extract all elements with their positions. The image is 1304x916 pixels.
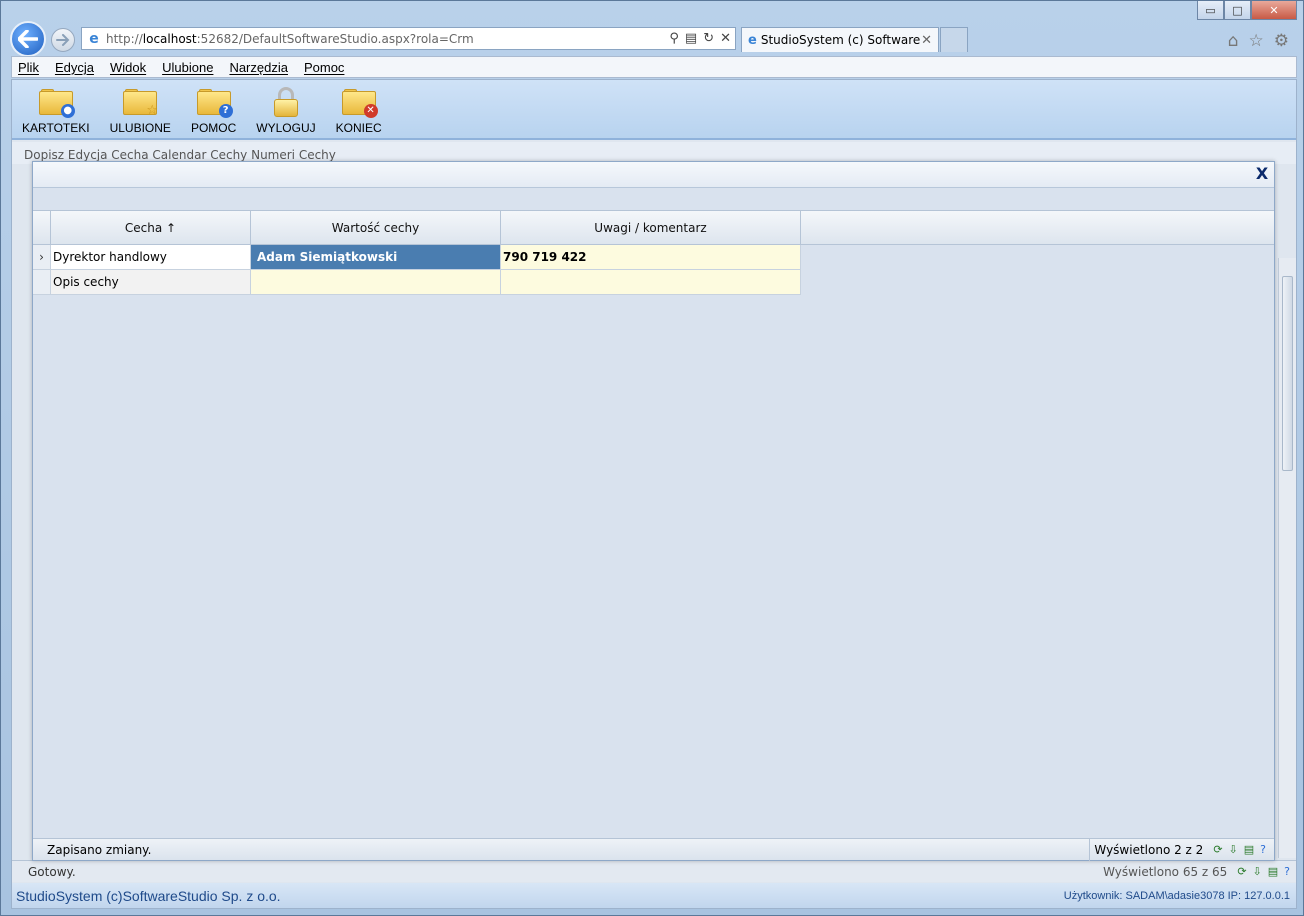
- koniec-button[interactable]: ✕ KONIEC: [336, 80, 382, 140]
- column-header-wartosc[interactable]: Wartość cechy: [251, 211, 501, 244]
- navigation-row: e http://localhost:52682/DefaultSoftware…: [1, 19, 1303, 57]
- refresh-icon[interactable]: ↻: [703, 31, 714, 46]
- menu-plik[interactable]: Plik: [18, 60, 39, 75]
- new-tab-button[interactable]: [940, 27, 968, 52]
- status-text: Gotowy.: [28, 864, 76, 879]
- status-icons: ⟳ ⇩ ▤ ?: [1231, 865, 1296, 878]
- forward-arrow-icon: [56, 34, 70, 46]
- settings-gear-icon[interactable]: ⚙: [1274, 31, 1289, 51]
- folder-close-icon: ✕: [341, 89, 378, 118]
- window-buttons: ▭ □ ✕: [1197, 1, 1297, 20]
- help-icon[interactable]: ?: [1260, 843, 1266, 856]
- scrollbar-thumb[interactable]: [1282, 276, 1293, 471]
- app-toolbar: ● KARTOTEKI ☆ ULUBIONE ? POMOC WYLOGUJ ✕…: [12, 80, 1296, 140]
- features-grid: Cecha ↑ Wartość cechy Uwagi / komentarz …: [33, 210, 1274, 295]
- row-selector-icon: [33, 270, 51, 295]
- row-indicator-header: [33, 211, 51, 244]
- url-text[interactable]: http://localhost:52682/DefaultSoftwareSt…: [106, 32, 669, 46]
- dialog-close-button[interactable]: X: [1254, 166, 1270, 182]
- cell-wartosc[interactable]: [251, 270, 501, 295]
- refresh-icon[interactable]: ⟳: [1237, 865, 1246, 878]
- table-row[interactable]: › Dyrektor handlowy Adam Siemiątkowski 7…: [33, 245, 1274, 270]
- dialog-count: Wyświetlono 2 z 2: [1089, 838, 1207, 861]
- features-dialog: X Cecha ↑ Wartość cechy Uwagi / komentar…: [32, 161, 1275, 861]
- print-icon[interactable]: ▤: [1268, 865, 1278, 878]
- address-bar[interactable]: e http://localhost:52682/DefaultSoftware…: [81, 27, 736, 50]
- lock-icon: [273, 87, 298, 117]
- cell-uwagi[interactable]: 790 719 422: [501, 245, 801, 270]
- ie-page-icon: e: [89, 30, 99, 47]
- tab-ie-icon: e: [748, 32, 757, 48]
- menu-bar: Plik Edycja Widok Ulubione Narzędzia Pom…: [11, 56, 1297, 78]
- compat-view-icon[interactable]: ▤: [685, 31, 697, 46]
- search-icon[interactable]: ⚲: [669, 31, 679, 46]
- cell-filler: [801, 270, 1274, 295]
- browser-right-icons: ⌂ ☆ ⚙: [1228, 31, 1289, 51]
- cell-cecha[interactable]: Dyrektor handlowy: [51, 245, 251, 270]
- forward-button[interactable]: [51, 28, 75, 52]
- home-icon[interactable]: ⌂: [1228, 31, 1239, 51]
- folder-star-icon: ☆: [123, 89, 158, 118]
- export-icon[interactable]: ⇩: [1229, 843, 1238, 856]
- koniec-label: KONIEC: [335, 121, 382, 135]
- cell-cecha[interactable]: Opis cechy: [51, 270, 251, 295]
- menu-narzedzia[interactable]: Narzędzia: [229, 60, 288, 75]
- wyloguj-label: WYLOGUJ: [256, 121, 316, 135]
- folder-user-icon: ●: [38, 89, 75, 118]
- dialog-status-icons: ⟳ ⇩ ▤ ?: [1207, 843, 1274, 856]
- dialog-header: X: [33, 162, 1274, 188]
- pomoc-label: POMOC: [190, 121, 237, 135]
- app-status-bar: Gotowy. Wyświetlono 65 z 65 ⟳ ⇩ ▤ ?: [12, 860, 1296, 882]
- folder-help-icon: ?: [196, 89, 233, 118]
- pomoc-button[interactable]: ? POMOC: [191, 80, 236, 140]
- kartoteki-button[interactable]: ● KARTOTEKI: [22, 80, 90, 140]
- tab-close-icon[interactable]: ✕: [921, 33, 932, 48]
- cell-filler: [801, 245, 1274, 270]
- brand-text: StudioSystem (c)SoftwareStudio Sp. z o.o…: [16, 888, 281, 904]
- background-scrollbar[interactable]: [1278, 258, 1296, 858]
- column-header-filler: [801, 211, 1274, 244]
- export-icon[interactable]: ⇩: [1253, 865, 1262, 878]
- column-header-uwagi[interactable]: Uwagi / komentarz: [501, 211, 801, 244]
- tab-title: StudioSystem (c) SoftwareS...: [760, 33, 921, 47]
- minimize-button[interactable]: ▭: [1197, 1, 1224, 20]
- left-collapse-strip[interactable]: [12, 164, 34, 904]
- column-header-cecha[interactable]: Cecha ↑: [51, 211, 251, 244]
- app-footer: StudioSystem (c)SoftwareStudio Sp. z o.o…: [12, 883, 1296, 908]
- sort-ascending-icon: ↑: [166, 220, 177, 235]
- back-button[interactable]: [10, 21, 46, 57]
- address-tools: ⚲ ▤ ↻ ✕: [669, 31, 735, 46]
- browser-window: ▭ □ ✕ e http://localhost:52682/DefaultSo…: [0, 0, 1304, 916]
- grid-header-row: Cecha ↑ Wartość cechy Uwagi / komentarz: [33, 210, 1274, 245]
- menu-ulubione[interactable]: Ulubione: [162, 60, 213, 75]
- ulubione-button[interactable]: ☆ ULUBIONE: [110, 80, 171, 140]
- table-row[interactable]: Opis cechy: [33, 270, 1274, 295]
- stop-icon[interactable]: ✕: [720, 31, 731, 46]
- dialog-status-text: Zapisano zmiany.: [47, 842, 152, 857]
- status-count: Wyświetlono 65 z 65: [1103, 864, 1228, 879]
- sub-toolbar-text: Dopisz Edycja Cecha Calendar Cechy Numer…: [24, 148, 336, 162]
- cell-wartosc[interactable]: Adam Siemiątkowski: [251, 245, 501, 270]
- user-info: Użytkownik: SADAM\adasie3078 IP: 127.0.0…: [1063, 890, 1290, 902]
- cell-uwagi[interactable]: [501, 270, 801, 295]
- row-selector-icon: ›: [33, 245, 51, 270]
- close-window-button[interactable]: ✕: [1251, 1, 1297, 20]
- kartoteki-label: KARTOTEKI: [22, 121, 90, 135]
- favorites-star-icon[interactable]: ☆: [1249, 31, 1264, 51]
- dialog-status-bar: Zapisano zmiany. Wyświetlono 2 z 2 ⟳ ⇩ ▤…: [33, 838, 1274, 861]
- refresh-icon[interactable]: ⟳: [1213, 843, 1222, 856]
- ulubione-label: ULUBIONE: [109, 121, 171, 135]
- menu-widok[interactable]: Widok: [110, 60, 146, 75]
- maximize-button[interactable]: □: [1224, 1, 1251, 20]
- menu-edycja[interactable]: Edycja: [55, 60, 94, 75]
- wyloguj-button[interactable]: WYLOGUJ: [256, 80, 316, 140]
- back-arrow-icon: [18, 30, 38, 48]
- help-icon[interactable]: ?: [1284, 865, 1290, 878]
- menu-pomoc[interactable]: Pomoc: [304, 60, 344, 75]
- browser-tab[interactable]: e StudioSystem (c) SoftwareS... ✕: [741, 27, 939, 52]
- print-icon[interactable]: ▤: [1244, 843, 1254, 856]
